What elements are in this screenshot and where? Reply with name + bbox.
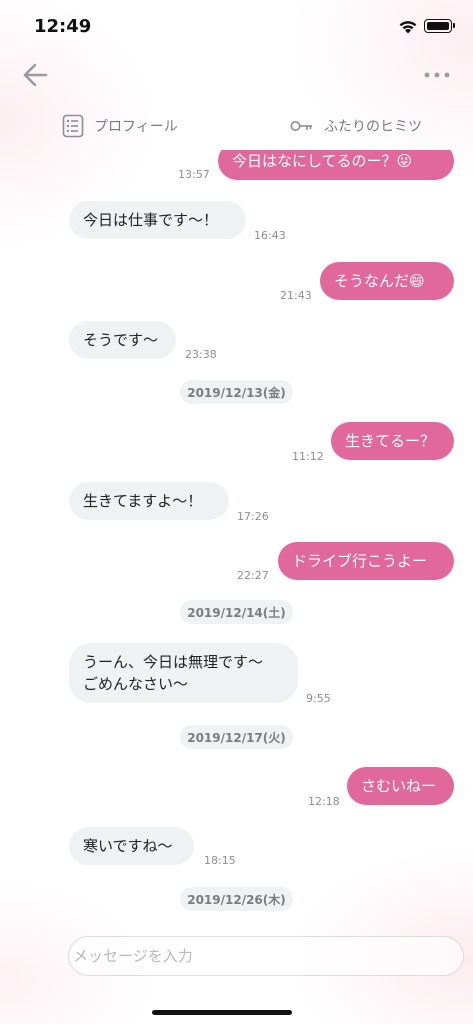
more-horizontal-icon: [424, 72, 450, 78]
message-list[interactable]: 今日はなにしてるのー？😜 13:57 今日は仕事です〜！ 16:43 そうなんだ…: [0, 150, 473, 920]
date-separator: 2019/12/26(木): [180, 887, 293, 911]
date-separator: 2019/12/17(火): [180, 725, 293, 749]
message-bubble[interactable]: 今日は仕事です〜！: [69, 201, 246, 239]
message-bubble[interactable]: そうなんだ😄: [320, 262, 454, 300]
message-time: 17:26: [237, 510, 269, 523]
home-indicator: [152, 1010, 292, 1015]
message-bubble[interactable]: うーん、今日は無理です〜 ごめんなさい〜: [69, 643, 298, 703]
message-time: 16:43: [254, 229, 286, 242]
header-tabs: プロフィール ふたりのヒミツ: [0, 108, 473, 144]
tab-profile[interactable]: プロフィール: [62, 108, 178, 144]
message-composer: [68, 936, 464, 976]
message-bubble[interactable]: 今日はなにしてるのー？😜: [218, 150, 454, 180]
message-bubble[interactable]: さむいねー: [347, 767, 454, 805]
date-separator: 2019/12/13(金): [180, 380, 293, 404]
tab-secret[interactable]: ふたりのヒミツ: [290, 108, 422, 144]
wifi-icon: [399, 21, 417, 34]
message-bubble[interactable]: 寒いですね〜: [69, 827, 194, 865]
status-time: 12:49: [34, 16, 92, 37]
message-bubble[interactable]: 生きてますよ〜！: [69, 482, 229, 520]
message-time: 21:43: [280, 289, 312, 302]
message-time: 12:18: [308, 795, 340, 808]
message-time: 22:27: [237, 569, 269, 582]
list-icon: [62, 114, 84, 138]
tab-secret-label: ふたりのヒミツ: [324, 119, 422, 135]
message-time: 11:12: [292, 450, 324, 463]
message-bubble[interactable]: ドライブ行こうよー: [278, 542, 454, 580]
battery-icon: [424, 19, 455, 33]
back-button[interactable]: [20, 60, 50, 90]
key-icon: [290, 119, 314, 133]
tab-profile-label: プロフィール: [94, 119, 178, 135]
more-options-button[interactable]: [420, 62, 454, 88]
message-input[interactable]: [69, 937, 463, 975]
message-time: 13:57: [178, 168, 210, 181]
arrow-left-icon: [23, 63, 48, 87]
message-bubble[interactable]: そうです〜: [69, 321, 176, 359]
message-time: 9:55: [306, 692, 331, 705]
message-time: 23:38: [185, 348, 217, 361]
status-bar: 12:49: [0, 0, 473, 50]
date-separator: 2019/12/14(土): [180, 600, 293, 624]
message-time: 18:15: [204, 854, 236, 867]
message-bubble[interactable]: 生きてるー？: [331, 422, 454, 460]
